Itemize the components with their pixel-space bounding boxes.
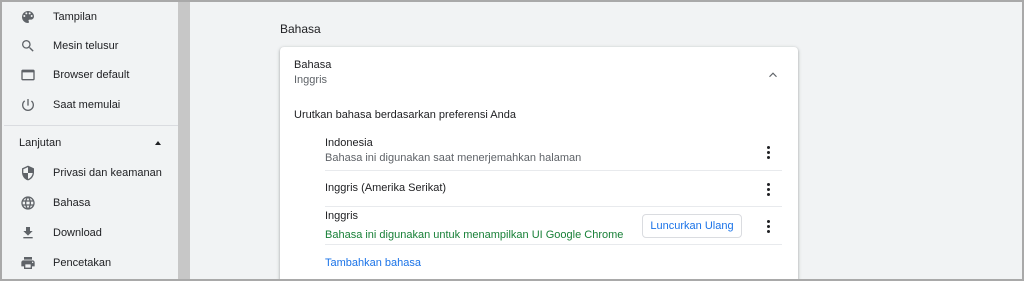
sidebar-item-label: Browser default <box>53 69 130 81</box>
sidebar-item-appearance[interactable]: Tampilan <box>2 2 178 32</box>
sidebar: Tampilan Mesin telusur Browser default S… <box>2 2 178 279</box>
sidebar-item-printing[interactable]: Pencetakan <box>2 248 178 278</box>
sidebar-advanced-toggle[interactable]: Lanjutan <box>2 128 178 158</box>
caret-up-icon <box>155 141 161 145</box>
sidebar-item-label: Mesin telusur <box>53 40 119 52</box>
sidebar-item-label: Download <box>53 227 102 239</box>
sidebar-item-label: Tampilan <box>53 11 98 23</box>
more-options-icon[interactable] <box>760 144 776 160</box>
language-description: Bahasa ini digunakan untuk menampilkan U… <box>325 229 624 241</box>
language-name: Inggris <box>325 210 359 222</box>
language-name: Inggris (Amerika Serikat) <box>325 182 447 194</box>
card-subtitle: Inggris <box>294 74 328 86</box>
row-divider <box>325 244 782 245</box>
sidebar-scrollbar[interactable] <box>178 2 190 279</box>
sidebar-item-search-engine[interactable]: Mesin telusur <box>2 31 178 61</box>
sidebar-divider <box>4 125 178 126</box>
shield-icon <box>20 165 36 181</box>
palette-icon <box>20 9 36 25</box>
order-languages-label: Urutkan bahasa berdasarkan preferensi An… <box>294 109 516 121</box>
languages-card: Bahasa Inggris Urutkan bahasa berdasarka… <box>280 47 798 281</box>
browser-icon <box>20 67 36 83</box>
more-options-icon[interactable] <box>760 181 776 197</box>
sidebar-item-default-browser[interactable]: Browser default <box>2 60 178 90</box>
more-options-icon[interactable] <box>760 218 776 234</box>
sidebar-item-label: Bahasa <box>53 197 91 209</box>
row-divider <box>325 170 782 171</box>
relaunch-button[interactable]: Luncurkan Ulang <box>642 214 742 238</box>
sidebar-item-label: Saat memulai <box>53 99 121 111</box>
sidebar-item-label: Privasi dan keamanan <box>53 167 162 179</box>
power-icon <box>20 97 36 113</box>
printer-icon <box>20 255 36 271</box>
chevron-up-icon <box>769 72 777 78</box>
sidebar-item-privacy[interactable]: Privasi dan keamanan <box>2 158 178 188</box>
row-divider <box>325 206 782 207</box>
sidebar-item-label: Pencetakan <box>53 257 112 269</box>
globe-icon <box>20 195 36 211</box>
download-icon <box>20 225 36 241</box>
language-row: Inggris (Amerika Serikat) <box>325 182 782 198</box>
sidebar-section-label: Lanjutan <box>19 137 62 149</box>
sidebar-item-downloads[interactable]: Download <box>2 218 178 248</box>
language-name: Indonesia <box>325 137 373 149</box>
language-description: Bahasa ini digunakan saat menerjemahkan … <box>325 152 582 164</box>
section-title: Bahasa <box>280 22 321 36</box>
language-row: Indonesia Bahasa ini digunakan saat mene… <box>325 137 782 169</box>
card-title: Bahasa <box>294 59 332 71</box>
add-language-link[interactable]: Tambahkan bahasa <box>325 257 421 269</box>
search-icon <box>20 38 36 54</box>
sidebar-item-on-startup[interactable]: Saat memulai <box>2 90 178 120</box>
collapse-button[interactable] <box>763 65 783 85</box>
sidebar-item-languages[interactable]: Bahasa <box>2 188 178 218</box>
